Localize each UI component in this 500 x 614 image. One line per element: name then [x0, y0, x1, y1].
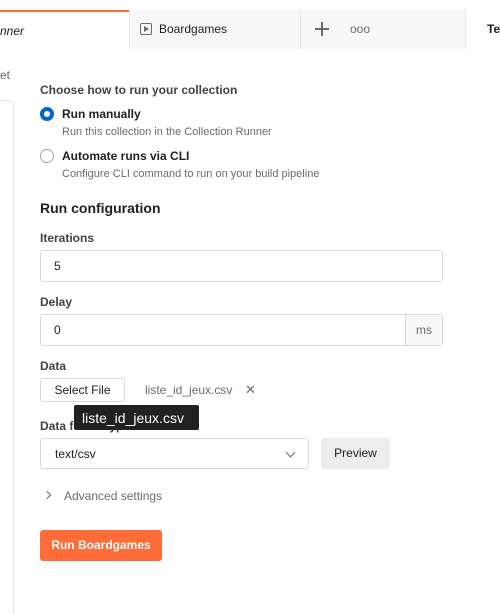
- automate-cli-radio[interactable]: [40, 149, 54, 163]
- new-tab-plus-icon[interactable]: [315, 22, 329, 36]
- remove-file-icon[interactable]: ✕: [245, 382, 256, 398]
- tab-bar: nner Boardgames ooo Te: [0, 0, 500, 49]
- tab-environment-label: Te: [487, 22, 500, 36]
- delay-input[interactable]: 0 ms: [40, 314, 443, 346]
- preview-button[interactable]: Preview: [321, 438, 390, 469]
- iterations-label: Iterations: [40, 231, 95, 245]
- run-manually-description: Run this collection in the Collection Ru…: [62, 126, 272, 138]
- tab-runner-label: nner: [0, 24, 25, 38]
- more-tabs-icon[interactable]: ooo: [350, 22, 370, 36]
- data-type-select[interactable]: text/csv: [40, 438, 309, 469]
- chevron-down-icon: [285, 447, 296, 458]
- left-panel-text: et: [0, 68, 11, 82]
- left-panel: [0, 100, 14, 614]
- tab-boardgames[interactable]: Boardgames: [129, 10, 301, 49]
- run-manually-radio[interactable]: [40, 107, 54, 121]
- file-tooltip-text: liste_id_jeux.csv: [82, 410, 184, 426]
- tab-environment[interactable]: Te: [465, 10, 500, 49]
- automate-cli-description: Configure CLI command to run on your bui…: [62, 168, 320, 180]
- file-tooltip: liste_id_jeux.csv: [74, 405, 199, 430]
- data-type-value: text/csv: [55, 447, 96, 461]
- selected-file-name: liste_id_jeux.csv: [145, 383, 233, 397]
- select-file-button[interactable]: Select File: [40, 378, 125, 402]
- delay-label: Delay: [40, 295, 73, 309]
- iterations-value: 5: [54, 259, 61, 273]
- data-type-label-text: Data f: [40, 419, 74, 433]
- advanced-settings-label: Advanced settings: [64, 489, 163, 503]
- tab-boardgames-label: Boardgames: [159, 22, 228, 36]
- tab-runner[interactable]: nner: [0, 10, 129, 49]
- chevron-right-icon: [42, 490, 52, 500]
- advanced-settings-toggle[interactable]: Advanced settings: [42, 489, 204, 505]
- runner-play-icon: [140, 23, 152, 35]
- delay-unit: ms: [405, 315, 442, 345]
- delay-value: 0: [54, 323, 61, 337]
- run-configuration-heading: Run configuration: [40, 200, 161, 216]
- run-mode-title: Choose how to run your collection: [40, 83, 238, 97]
- data-label: Data: [40, 359, 67, 373]
- iterations-input[interactable]: 5: [40, 250, 443, 282]
- tab-actions: ooo: [301, 10, 465, 49]
- run-manually-label: Run manually: [62, 107, 141, 121]
- run-collection-button[interactable]: Run Boardgames: [40, 530, 162, 561]
- automate-cli-label: Automate runs via CLI: [62, 149, 190, 163]
